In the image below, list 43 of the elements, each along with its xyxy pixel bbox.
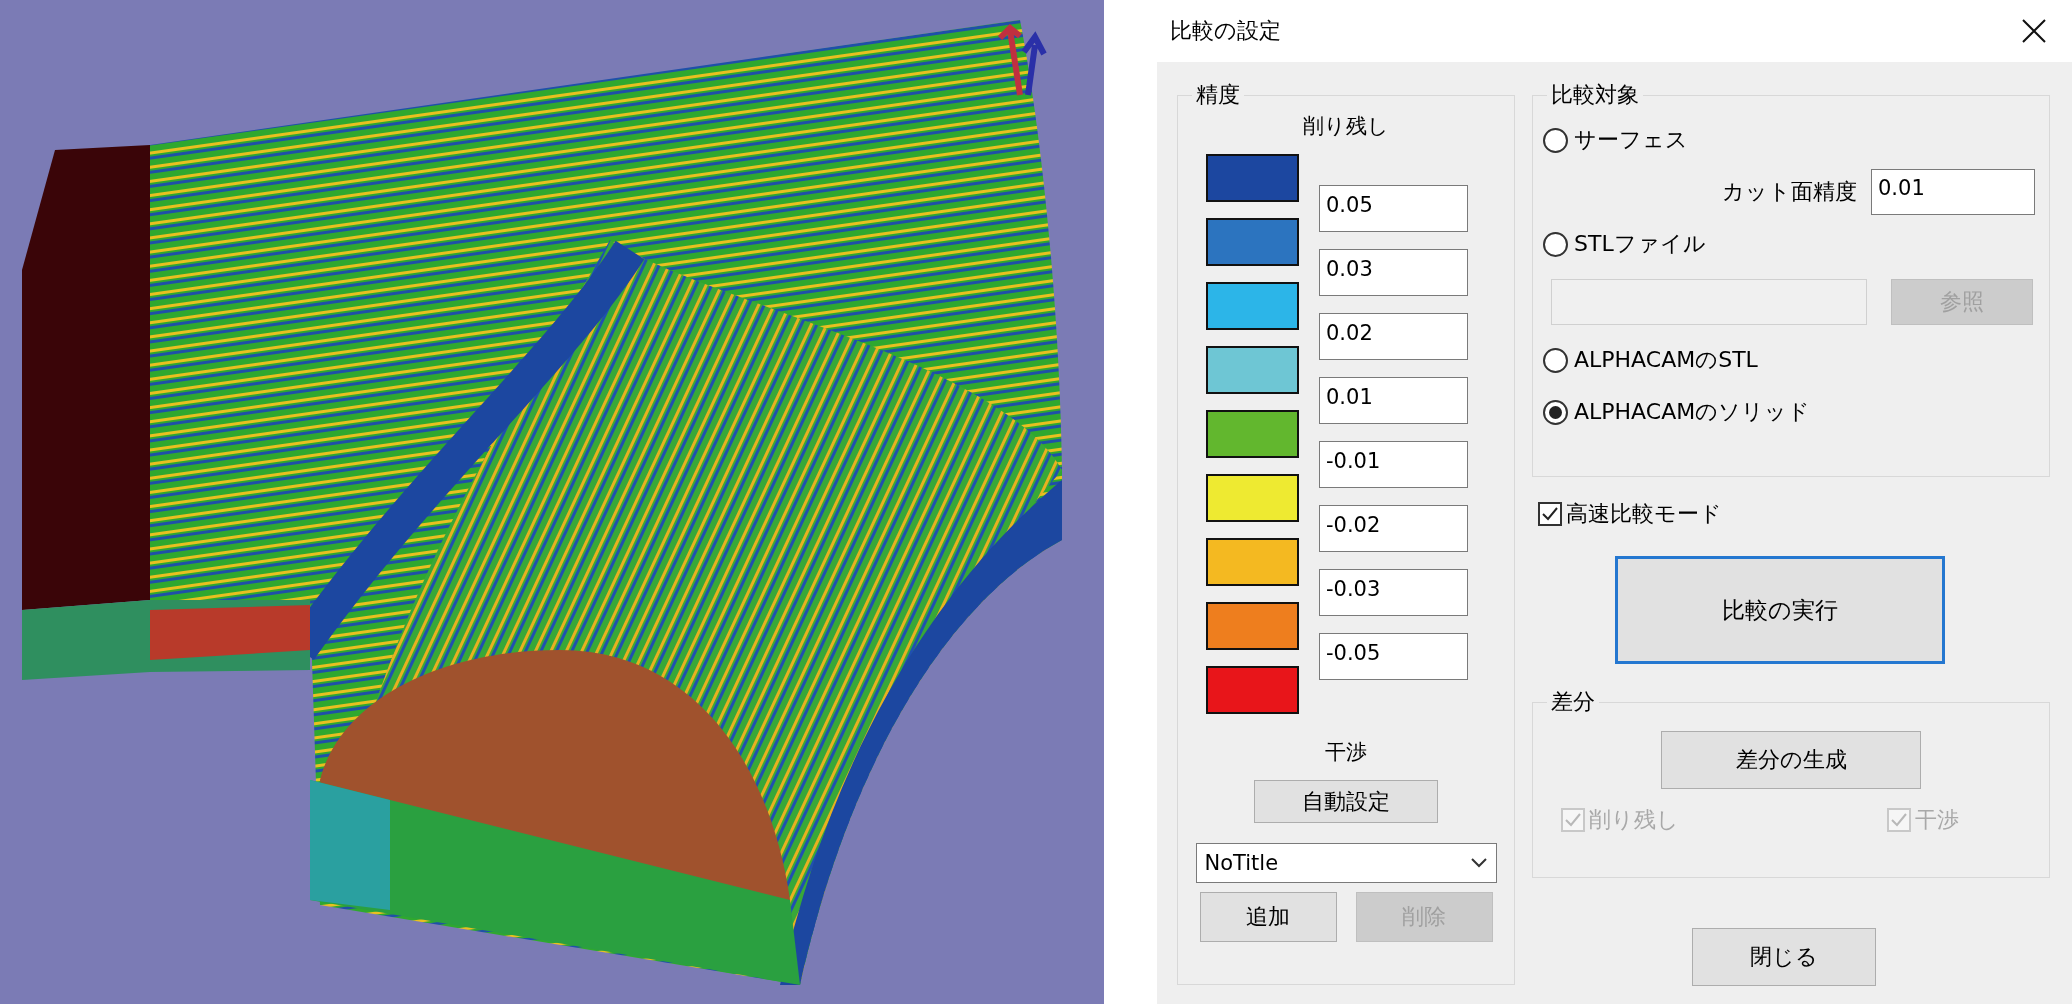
generate-difference-button[interactable]: 差分の生成 — [1661, 731, 1921, 790]
run-compare-button[interactable]: 比較の実行 — [1615, 556, 1945, 665]
add-button[interactable]: 追加 — [1199, 892, 1337, 942]
checkbox-label: 干渉 — [1915, 806, 1959, 835]
threshold-field[interactable]: -0.05 — [1319, 633, 1468, 680]
cut-precision-field[interactable]: 0.01 — [1871, 169, 2035, 215]
radio-label: STLファイル — [1574, 230, 1706, 258]
radio-button[interactable] — [1543, 231, 1568, 257]
auto-set-button[interactable]: 自動設定 — [1254, 780, 1438, 823]
radio-button[interactable] — [1543, 399, 1568, 425]
color-swatch[interactable] — [1206, 666, 1299, 714]
radio-label: ALPHACAMのソリッド — [1574, 398, 1811, 426]
color-swatch[interactable] — [1206, 410, 1299, 458]
threshold-field[interactable]: 0.03 — [1319, 249, 1468, 296]
close-dialog-button[interactable]: 閉じる — [1692, 928, 1876, 986]
radio-button[interactable] — [1543, 347, 1568, 373]
radio-label: サーフェス — [1574, 126, 1688, 154]
checkbox-label: 削り残し — [1589, 806, 1679, 835]
checkbox[interactable] — [1538, 502, 1562, 527]
color-swatch[interactable] — [1206, 218, 1299, 266]
column-header: 削り残し — [1303, 113, 1389, 140]
checkbox-label: 高速比較モード — [1566, 500, 1722, 529]
radio-label: ALPHACAMのSTL — [1574, 346, 1758, 374]
threshold-field[interactable]: -0.01 — [1319, 441, 1468, 488]
interference-label: 干渉 — [1325, 739, 1367, 766]
color-swatch[interactable] — [1206, 282, 1299, 330]
color-swatch[interactable] — [1206, 538, 1299, 586]
threshold-field[interactable]: 0.05 — [1319, 185, 1468, 232]
threshold-field[interactable]: 0.01 — [1319, 377, 1468, 424]
color-swatch[interactable] — [1206, 154, 1299, 202]
dialog-title: 比較の設定 — [1170, 17, 1281, 45]
radio-button[interactable] — [1543, 127, 1568, 153]
color-swatch[interactable] — [1206, 474, 1299, 522]
axis-arrows-icon — [997, 24, 1047, 98]
cut-precision-label: カット面精度 — [1722, 178, 1857, 206]
profile-dropdown[interactable]: NoTitle — [1195, 843, 1497, 883]
threshold-field[interactable]: 0.02 — [1319, 313, 1468, 360]
close-icon — [2022, 19, 2046, 43]
color-swatch[interactable] — [1206, 346, 1299, 394]
color-swatch[interactable] — [1206, 602, 1299, 650]
threshold-field[interactable]: -0.03 — [1319, 569, 1468, 616]
caret-icon — [1469, 857, 1488, 869]
threshold-field[interactable]: -0.02 — [1319, 505, 1468, 552]
